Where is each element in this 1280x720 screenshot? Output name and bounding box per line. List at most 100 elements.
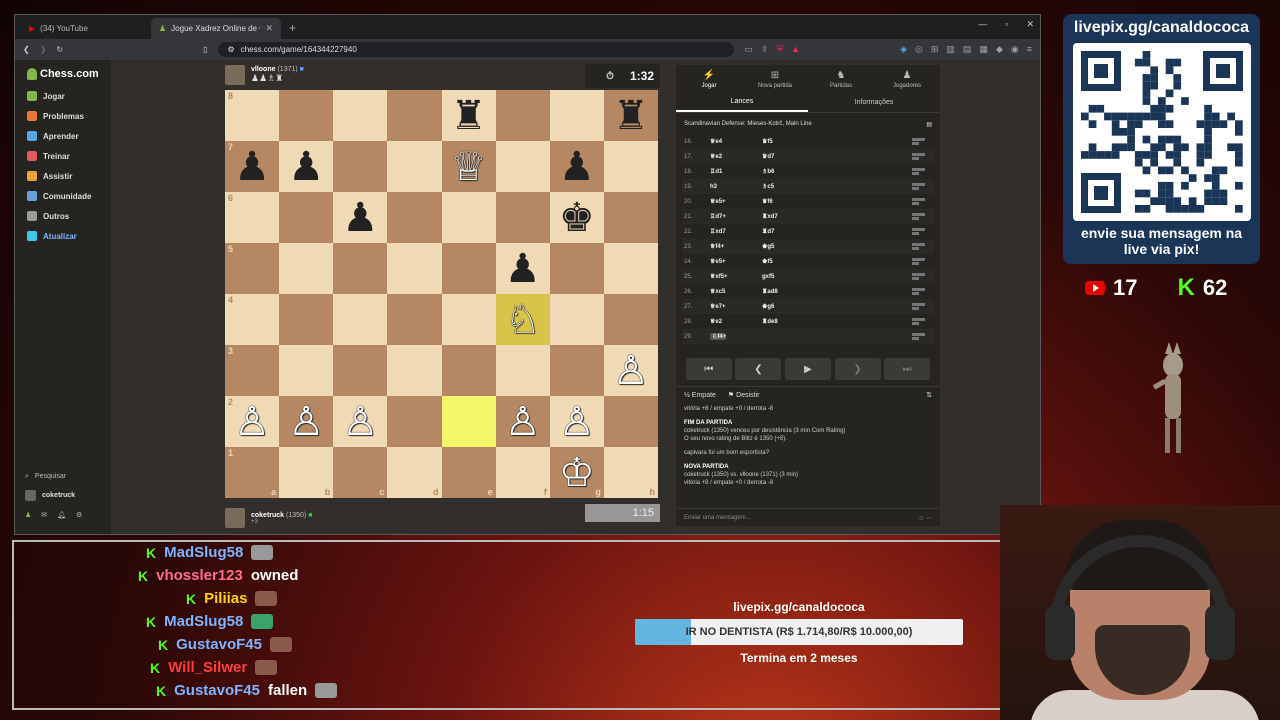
black-move[interactable]: ♚g6 [762, 303, 814, 310]
square-h4[interactable] [603, 294, 658, 345]
square-e6[interactable] [441, 192, 496, 243]
messages-icon[interactable]: ✉ [41, 511, 47, 519]
white-pawn-icon[interactable]: ♙ [505, 402, 541, 442]
square-f8[interactable] [495, 90, 550, 141]
square-h5[interactable] [603, 243, 658, 294]
minimize-icon[interactable]: — [978, 19, 987, 30]
square-d4[interactable] [387, 294, 442, 345]
leo-icon[interactable]: ◉ [1011, 44, 1019, 55]
player-avatar[interactable] [225, 508, 245, 528]
tab-info[interactable]: Informações [808, 93, 940, 112]
black-move[interactable]: ♛d7 [762, 153, 814, 160]
player-name[interactable]: vlloone [251, 66, 276, 73]
square-h2[interactable] [603, 396, 658, 447]
panel-tab-jogar[interactable]: ⚡ Jogar [676, 65, 742, 93]
white-pawn-icon[interactable]: ♙ [342, 402, 378, 442]
player-avatar[interactable] [225, 65, 245, 85]
forward-icon[interactable]: ❯ [40, 45, 47, 54]
settings-icon[interactable]: ⚙ [76, 511, 82, 519]
square-b7[interactable]: ♟ [279, 141, 334, 192]
back-icon[interactable]: ❮ [23, 45, 30, 54]
sidebar-item-treinar[interactable]: Treinar [15, 146, 111, 166]
square-a6[interactable]: 6 [225, 192, 280, 243]
sidebar-item-aprender[interactable]: Aprender [15, 126, 111, 146]
square-b8[interactable] [279, 90, 334, 141]
white-pawn-icon[interactable]: ♙ [613, 351, 649, 391]
square-e8[interactable]: ♜ [441, 90, 496, 141]
white-move[interactable]: ♕f4+ [710, 243, 762, 250]
square-e5[interactable] [441, 243, 496, 294]
next-move-button[interactable]: ❯ [834, 358, 881, 380]
square-g2[interactable]: ♙ [549, 396, 604, 447]
black-move[interactable]: ♗b6 [762, 168, 814, 175]
square-c2[interactable]: ♙ [333, 396, 388, 447]
black-move[interactable]: ♜xd7 [762, 213, 814, 220]
new-tab-button[interactable]: + [281, 18, 304, 39]
book-icon[interactable]: ▤ [926, 121, 932, 128]
square-g6[interactable]: ♚ [549, 192, 604, 243]
square-h8[interactable]: ♜ [603, 90, 658, 141]
square-f6[interactable] [495, 192, 550, 243]
black-pawn-icon[interactable]: ♟ [342, 198, 378, 238]
square-d5[interactable] [387, 243, 442, 294]
profile-item[interactable]: coketruck [25, 486, 106, 505]
white-queen-icon[interactable]: ♕ [451, 147, 487, 187]
square-b6[interactable] [279, 192, 334, 243]
opening-label[interactable]: Scandinavian Defense: Mieses-Kotrč, Main… [684, 121, 812, 128]
white-move[interactable]: ♕e5+ [710, 198, 762, 205]
square-c4[interactable] [333, 294, 388, 345]
square-f1[interactable]: f [495, 447, 550, 498]
black-rook-icon[interactable]: ♜ [613, 96, 649, 136]
white-move[interactable]: ♕e4 [710, 138, 762, 145]
black-pawn-icon[interactable]: ♟ [505, 249, 541, 289]
share-icon[interactable]: ⇪ [761, 44, 769, 55]
black-king-icon[interactable]: ♚ [559, 198, 595, 238]
extension-b-icon[interactable]: ◎ [915, 44, 923, 55]
square-d2[interactable] [387, 396, 442, 447]
vpn-icon[interactable]: ◆ [996, 44, 1003, 55]
square-b4[interactable] [279, 294, 334, 345]
black-pawn-icon[interactable]: ♟ [288, 147, 324, 187]
white-pawn-icon[interactable]: ♙ [234, 402, 270, 442]
black-pawn-icon[interactable]: ♟ [559, 147, 595, 187]
tab-moves[interactable]: Lances [676, 93, 808, 112]
square-h6[interactable] [603, 192, 658, 243]
square-e4[interactable] [441, 294, 496, 345]
square-h3[interactable]: ♙ [603, 345, 658, 396]
url-field[interactable]: ⚙ chess.com/game/164344227940 [217, 42, 735, 57]
sidebar-item-problemas[interactable]: Problemas [15, 106, 111, 126]
white-move[interactable]: ♕xf5+ [710, 273, 762, 280]
white-move[interactable]: h3 [710, 184, 762, 190]
square-h7[interactable] [603, 141, 658, 192]
white-move[interactable]: ♖xd7 [710, 228, 762, 235]
play-button[interactable]: ▶ [784, 358, 831, 380]
square-f3[interactable] [495, 345, 550, 396]
chat-input[interactable]: Enviar uma mensagem... ☺ ⋯ [676, 508, 940, 526]
prev-move-button[interactable]: ❮ [735, 358, 782, 380]
square-b2[interactable]: ♙ [279, 396, 334, 447]
square-a1[interactable]: 1a [225, 447, 280, 498]
panel-tab-jogadores[interactable]: ♟ Jogadores [874, 65, 940, 93]
square-a3[interactable]: 3 [225, 345, 280, 396]
player-name[interactable]: coketruck [251, 512, 284, 519]
square-b1[interactable]: b [279, 447, 334, 498]
tab-chess[interactable]: ♟ Jogue Xadrez Online de GRÁ... ✕ [151, 18, 281, 39]
first-move-button[interactable]: ⏮ [685, 358, 732, 380]
white-pawn-icon[interactable]: ♙ [559, 402, 595, 442]
black-rook-icon[interactable]: ♜ [451, 96, 487, 136]
square-c6[interactable]: ♟ [333, 192, 388, 243]
sidebar-item-outros[interactable]: Outros [15, 206, 111, 226]
close-window-icon[interactable]: ✕ [1026, 19, 1034, 30]
square-e3[interactable] [441, 345, 496, 396]
square-d1[interactable]: d [387, 447, 442, 498]
search-item[interactable]: ⌕ Pesquisar [25, 467, 106, 486]
close-tab-icon[interactable]: ✕ [265, 23, 273, 34]
square-d8[interactable] [387, 90, 442, 141]
wallet-icon[interactable]: ▦ [979, 44, 988, 55]
chess-logo[interactable]: Chess.com [15, 60, 111, 80]
white-move[interactable]: ♕e2 [710, 318, 762, 325]
square-c5[interactable] [333, 243, 388, 294]
black-move[interactable]: gxf5 [762, 274, 814, 280]
white-pawn-icon[interactable]: ♙ [288, 402, 324, 442]
sidebar-item-atualizar[interactable]: Atualizar [15, 226, 111, 246]
